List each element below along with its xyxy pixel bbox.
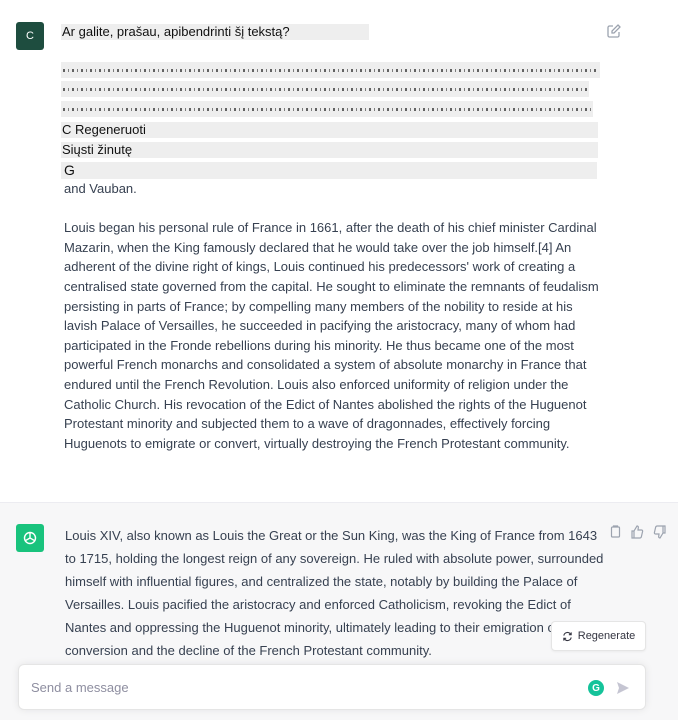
user-prompt: Ar galite, prašau, apibendrinti šį tekst… (61, 24, 369, 40)
grammarly-letter: G (592, 682, 600, 694)
openai-logo-icon (16, 524, 44, 552)
thumbs-up-icon[interactable] (630, 525, 644, 539)
garbled-text-line (61, 62, 600, 78)
message-input[interactable] (31, 665, 571, 709)
regenerate-label: Regenerate (577, 630, 636, 642)
user-paragraph: Louis began his personal rule of France … (64, 220, 599, 451)
garbled-text-line (61, 81, 589, 97)
user-paragraph: and Vauban. (64, 181, 137, 196)
copy-icon[interactable] (608, 525, 622, 539)
send-icon[interactable] (615, 680, 631, 696)
grammarly-icon[interactable]: G (588, 680, 604, 696)
refresh-icon (563, 631, 572, 641)
regenerate-button[interactable]: Regenerate (551, 621, 646, 651)
garbled-text-line (61, 101, 593, 117)
message-composer: G (18, 664, 646, 710)
edit-icon[interactable] (606, 23, 622, 39)
user-message: C Ar galite, prašau, apibendrinti šį tek… (0, 0, 678, 502)
user-avatar-letter: C (26, 30, 34, 42)
user-message-text: and Vauban. Louis began his personal rul… (64, 179, 604, 473)
overlay-text-regenerate: C Regeneruoti (61, 122, 598, 138)
overlay-text-send-message: Siųsti žinutę (61, 142, 598, 158)
user-avatar: C (16, 22, 44, 50)
thumbs-down-icon[interactable] (653, 525, 667, 539)
assistant-response: Louis XIV, also known as Louis the Great… (65, 528, 604, 658)
overlay-text-g: G (61, 162, 597, 179)
